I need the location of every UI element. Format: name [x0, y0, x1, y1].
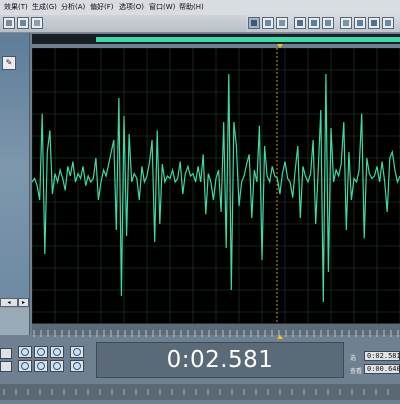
time-ruler-ticks — [33, 330, 399, 337]
level-meter — [0, 384, 400, 400]
menu-effects[interactable]: 效果(T) — [4, 2, 28, 12]
tool-open-icon[interactable] — [3, 17, 15, 29]
level-meter-ticks — [3, 389, 389, 395]
menu-generate[interactable]: 生成(G) — [32, 2, 57, 12]
tool-mark-icon[interactable] — [354, 17, 366, 29]
playhead-bottom-marker-icon[interactable] — [277, 335, 283, 339]
selection-start-label: 选 — [350, 355, 357, 362]
tool-help-icon[interactable] — [382, 17, 394, 29]
tool-settings-icon[interactable] — [368, 17, 380, 29]
waveform-display[interactable] — [31, 47, 400, 323]
transport-controls — [0, 348, 14, 372]
selection-start-field[interactable]: 0:02.581 — [364, 351, 400, 361]
tool-move-icon[interactable] — [322, 17, 334, 29]
left-panel-scroll-right[interactable]: ▸ — [18, 298, 29, 307]
zoom-out-horizontal-button[interactable] — [34, 346, 48, 358]
tool-select-icon[interactable] — [308, 17, 320, 29]
menu-analyze[interactable]: 分析(A) — [61, 2, 85, 12]
zoom-left-button[interactable] — [18, 360, 32, 372]
zoom-in-horizontal-button[interactable] — [18, 346, 32, 358]
zoom-out-vertical-button[interactable] — [70, 360, 84, 372]
overview-visible-range[interactable] — [96, 37, 400, 42]
left-panel-lower — [0, 308, 29, 335]
tool-spectral-view-icon[interactable] — [262, 17, 274, 29]
zoom-selection-button[interactable] — [50, 360, 64, 372]
zoom-right-button[interactable] — [34, 360, 48, 372]
menu-options[interactable]: 选项(O) — [119, 2, 144, 12]
tool-zoom-icon[interactable] — [340, 17, 352, 29]
tool-waveform-view-icon[interactable] — [248, 17, 260, 29]
go-to-start-button[interactable] — [0, 348, 12, 359]
view-field[interactable]: 0:00.640 — [364, 364, 400, 374]
go-to-end-button[interactable] — [0, 361, 12, 372]
selection-panel: 选 0:02.581 查看 0:00.640 — [350, 344, 400, 376]
menu-window[interactable]: 窗口(W) — [149, 2, 175, 12]
left-panel-scroll-left[interactable]: ◂ — [0, 298, 18, 307]
menu-help[interactable]: 帮助(H) — [179, 2, 204, 12]
toolbar-left — [0, 15, 246, 33]
time-ruler[interactable] — [32, 323, 400, 337]
waveform-svg — [31, 47, 400, 323]
current-time-readout: 0:02.581 — [166, 347, 274, 373]
left-panel-open-icon[interactable]: ✎ — [2, 56, 16, 70]
view-label: 查看 — [350, 368, 363, 375]
tool-cursor-icon[interactable] — [294, 17, 306, 29]
menu-bar: 效果(T) 生成(G) 分析(A) 偏好(F) 选项(O) 窗口(W) 帮助(H… — [0, 0, 400, 16]
tool-multitrack-icon[interactable] — [276, 17, 288, 29]
toolbar-right — [246, 15, 400, 33]
zoom-full-button[interactable] — [50, 346, 64, 358]
menu-preferences[interactable]: 偏好(F) — [90, 2, 114, 12]
zoom-in-vertical-button[interactable] — [70, 346, 84, 358]
tool-play-icon[interactable] — [31, 17, 43, 29]
zoom-controls — [18, 346, 94, 374]
left-panel-file-list[interactable] — [0, 33, 29, 303]
tool-save-icon[interactable] — [17, 17, 29, 29]
